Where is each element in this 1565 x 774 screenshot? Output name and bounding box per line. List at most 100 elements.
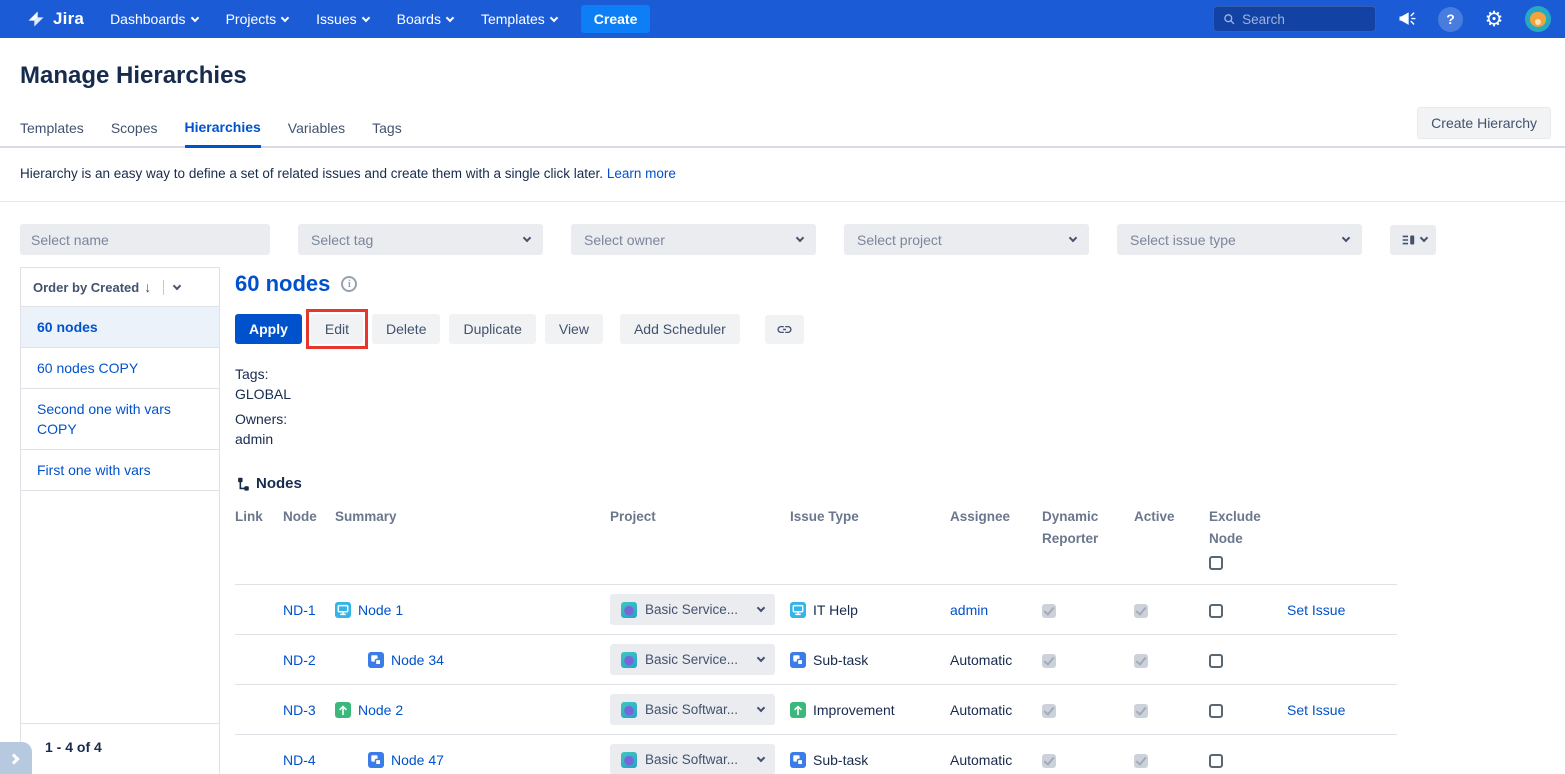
nav-menu-templates[interactable]: Templates (481, 11, 557, 27)
set-issue-link[interactable]: Set Issue (1287, 702, 1345, 718)
nav-menu-dashboards[interactable]: Dashboards (110, 11, 198, 27)
node-key-link[interactable]: ND-3 (283, 702, 316, 718)
chevron-down-icon (281, 13, 289, 21)
cell-assignee: Automatic (950, 735, 1042, 774)
exclude-all-checkbox[interactable] (1209, 556, 1223, 570)
assignee-text: Automatic (950, 702, 1012, 718)
workspace: Order by Created ↓ 60 nodes60 nodes COPY… (0, 255, 1565, 774)
select-tag-dropdown[interactable]: Select tag (298, 224, 543, 255)
page-title: Manage Hierarchies (20, 62, 1565, 90)
pagination: 1 - 4 of 4 (20, 723, 220, 774)
exclude-node-checkbox[interactable] (1209, 604, 1223, 618)
detail-view-icon (1400, 232, 1416, 248)
edit-button[interactable]: Edit (311, 314, 363, 344)
tab-hierarchies[interactable]: Hierarchies (185, 119, 261, 148)
cell-exclude (1209, 635, 1287, 685)
project-avatar-icon (621, 702, 637, 718)
megaphone-icon[interactable] (1396, 8, 1418, 30)
select-owner-dropdown[interactable]: Select owner (571, 224, 816, 255)
col-header-active: Active (1134, 502, 1209, 585)
nav-menu-boards[interactable]: Boards (397, 11, 453, 27)
project-dropdown[interactable]: Basic Service... (610, 594, 775, 625)
copy-link-button[interactable] (765, 315, 804, 344)
create-hierarchy-button[interactable]: Create Hierarchy (1417, 107, 1551, 139)
node-key-link[interactable]: ND-4 (283, 752, 316, 768)
create-button[interactable]: Create (581, 5, 651, 33)
nav-menu-issues[interactable]: Issues (316, 11, 368, 27)
add-scheduler-button[interactable]: Add Scheduler (620, 314, 740, 344)
nav-menu-projects[interactable]: Projects (226, 11, 289, 27)
assignee-text: Automatic (950, 752, 1012, 768)
brand-name: Jira (53, 9, 84, 29)
active-checkbox (1134, 654, 1148, 668)
nav-menu-label: Boards (397, 11, 441, 27)
apply-button[interactable]: Apply (235, 314, 302, 344)
node-summary-link[interactable]: Node 34 (391, 652, 444, 668)
view-toggle-button[interactable] (1390, 225, 1436, 255)
cell-active (1134, 685, 1209, 735)
nav-right: ? ⚙ (1213, 6, 1551, 32)
node-key-link[interactable]: ND-1 (283, 602, 316, 618)
chevron-down-icon (757, 704, 765, 712)
order-by-control[interactable]: Order by Created ↓ (21, 268, 219, 307)
search-input[interactable] (1242, 12, 1366, 27)
sidebar-item[interactable]: 60 nodes COPY (21, 348, 219, 389)
issue-type-label: Improvement (813, 702, 895, 718)
sidebar-item[interactable]: 60 nodes (21, 307, 219, 348)
exclude-node-checkbox[interactable] (1209, 754, 1223, 768)
assignee-text: Automatic (950, 652, 1012, 668)
node-summary-link[interactable]: Node 1 (358, 602, 403, 618)
select-issue-type-dropdown[interactable]: Select issue type (1117, 224, 1362, 255)
info-icon[interactable]: i (341, 276, 357, 292)
project-dropdown[interactable]: Basic Softwar... (610, 694, 775, 725)
jira-logo-icon (26, 9, 46, 29)
col-header-dynamic_reporter: Dynamic Reporter (1042, 502, 1134, 585)
tab-scopes[interactable]: Scopes (111, 120, 158, 146)
user-avatar[interactable] (1525, 6, 1551, 32)
tab-templates[interactable]: Templates (20, 120, 84, 146)
tree-icon (235, 476, 251, 492)
cell-summary: Node 34 (335, 635, 610, 685)
project-dropdown[interactable]: Basic Softwar... (610, 744, 775, 774)
sidebar-item[interactable]: Second one with vars COPY (21, 389, 219, 450)
gear-icon[interactable]: ⚙ (1483, 8, 1505, 30)
tab-tags[interactable]: Tags (372, 120, 402, 146)
expand-panel-handle[interactable] (0, 742, 32, 774)
view-button[interactable]: View (545, 314, 603, 344)
node-summary-link[interactable]: Node 2 (358, 702, 403, 718)
cell-node: ND-3 (283, 685, 335, 735)
table-header-row: LinkNodeSummaryProjectIssue TypeAssignee… (235, 502, 1397, 585)
sidebar-item[interactable]: First one with vars (21, 450, 219, 491)
exclude-node-checkbox[interactable] (1209, 654, 1223, 668)
node-key-link[interactable]: ND-2 (283, 652, 316, 668)
delete-button[interactable]: Delete (372, 314, 440, 344)
nav-menu-label: Projects (226, 11, 277, 27)
cell-dynamic-reporter (1042, 735, 1134, 774)
project-dropdown[interactable]: Basic Service... (610, 644, 775, 675)
duplicate-button[interactable]: Duplicate (449, 314, 535, 344)
help-icon[interactable]: ? (1438, 7, 1463, 32)
chevron-right-icon (8, 753, 19, 764)
learn-more-link[interactable]: Learn more (607, 166, 676, 181)
table-row: ND-4 Node 47 Basic Softwar... Sub-task Autom… (235, 735, 1397, 774)
nav-menus: Dashboards Projects Issues Boards Templates (110, 11, 557, 27)
table-row: ND-1Node 1Basic Service...IT HelpadminSe… (235, 585, 1397, 635)
divider (163, 280, 164, 295)
exclude-node-checkbox[interactable] (1209, 704, 1223, 718)
cell-project: Basic Service... (610, 635, 790, 685)
set-issue-link[interactable]: Set Issue (1287, 602, 1345, 618)
order-by-label: Order by Created (33, 280, 139, 295)
global-search[interactable] (1213, 6, 1376, 32)
node-summary-link[interactable]: Node 47 (391, 752, 444, 768)
issue-type-label: Sub-task (813, 752, 868, 768)
jira-logo[interactable]: Jira (26, 9, 84, 29)
select-project-dropdown[interactable]: Select project (844, 224, 1089, 255)
cell-dynamic-reporter (1042, 635, 1134, 685)
chevron-down-icon[interactable] (173, 281, 181, 289)
assignee-link[interactable]: admin (950, 602, 988, 618)
col-header-label: Active (1134, 506, 1201, 528)
cell-summary: Node 1 (335, 585, 610, 635)
active-checkbox (1134, 754, 1148, 768)
select-name-input[interactable] (20, 224, 270, 255)
tab-variables[interactable]: Variables (288, 120, 345, 146)
